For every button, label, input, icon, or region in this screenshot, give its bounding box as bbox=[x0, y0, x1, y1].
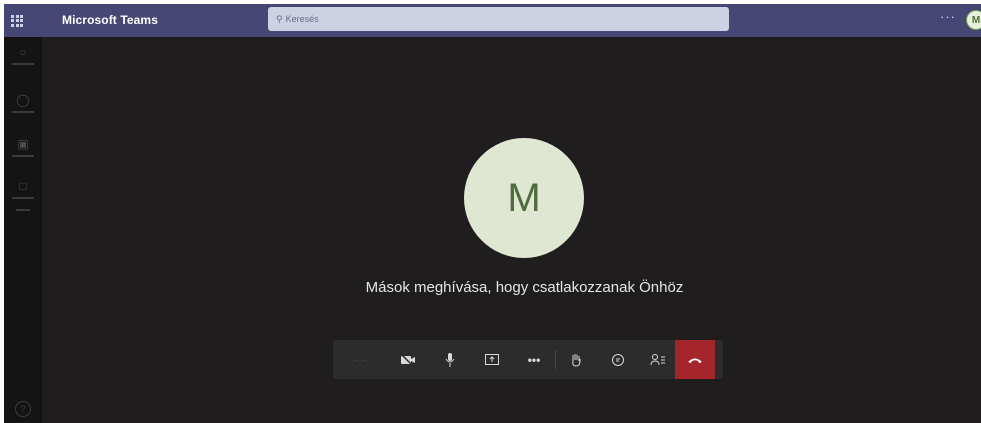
share-screen-button[interactable] bbox=[475, 340, 509, 379]
more-actions-icon: ••• bbox=[527, 352, 541, 367]
hang-up-icon bbox=[688, 358, 702, 363]
call-controls-bar: ··:·· ••• bbox=[333, 340, 723, 379]
help-icon[interactable]: ? bbox=[15, 401, 31, 417]
participants-icon bbox=[650, 353, 665, 365]
teams-icon: ▣ bbox=[17, 137, 29, 151]
search-icon: ⚲ bbox=[276, 13, 283, 24]
more-actions-button[interactable]: ••• bbox=[517, 340, 551, 379]
microphone-toggle-button[interactable] bbox=[433, 340, 467, 379]
user-avatar[interactable]: M bbox=[966, 10, 981, 30]
title-bar: Microsoft Teams ⚲ Keresés ··· M bbox=[4, 4, 981, 37]
invite-message: Mások meghívása, hogy csatlakozzanak Önh… bbox=[365, 279, 684, 296]
app-rail: ○ ◯ ▣ □ ? bbox=[4, 37, 42, 423]
raise-hand-icon bbox=[572, 353, 581, 367]
participant-avatar: M bbox=[464, 138, 584, 258]
microphone-icon bbox=[445, 352, 455, 367]
chat-icon: ◯ bbox=[16, 93, 30, 107]
rail-item-files[interactable]: □ bbox=[4, 179, 42, 215]
call-timer: ··:·· bbox=[352, 354, 368, 365]
rail-item-teams[interactable]: ▣ bbox=[4, 137, 42, 173]
search-input[interactable]: ⚲ Keresés bbox=[268, 7, 729, 31]
camera-off-icon bbox=[400, 353, 415, 366]
rail-item-chat[interactable]: ◯ bbox=[4, 93, 42, 129]
chat-icon bbox=[612, 353, 624, 366]
rail-item-activity[interactable]: ○ bbox=[4, 45, 42, 81]
raise-hand-button[interactable] bbox=[559, 340, 593, 379]
camera-toggle-button[interactable] bbox=[391, 340, 425, 379]
divider bbox=[555, 350, 556, 369]
share-screen-icon bbox=[485, 353, 499, 365]
app-title: Microsoft Teams bbox=[62, 13, 158, 27]
app-launcher-icon[interactable] bbox=[4, 4, 30, 37]
chat-button[interactable] bbox=[601, 340, 635, 379]
activity-icon: ○ bbox=[19, 45, 27, 59]
search-placeholder: Keresés bbox=[285, 14, 319, 24]
files-icon: □ bbox=[19, 179, 27, 193]
participants-button[interactable] bbox=[641, 340, 675, 379]
more-options-icon[interactable]: ··· bbox=[940, 9, 956, 24]
hang-up-button[interactable] bbox=[675, 340, 715, 379]
